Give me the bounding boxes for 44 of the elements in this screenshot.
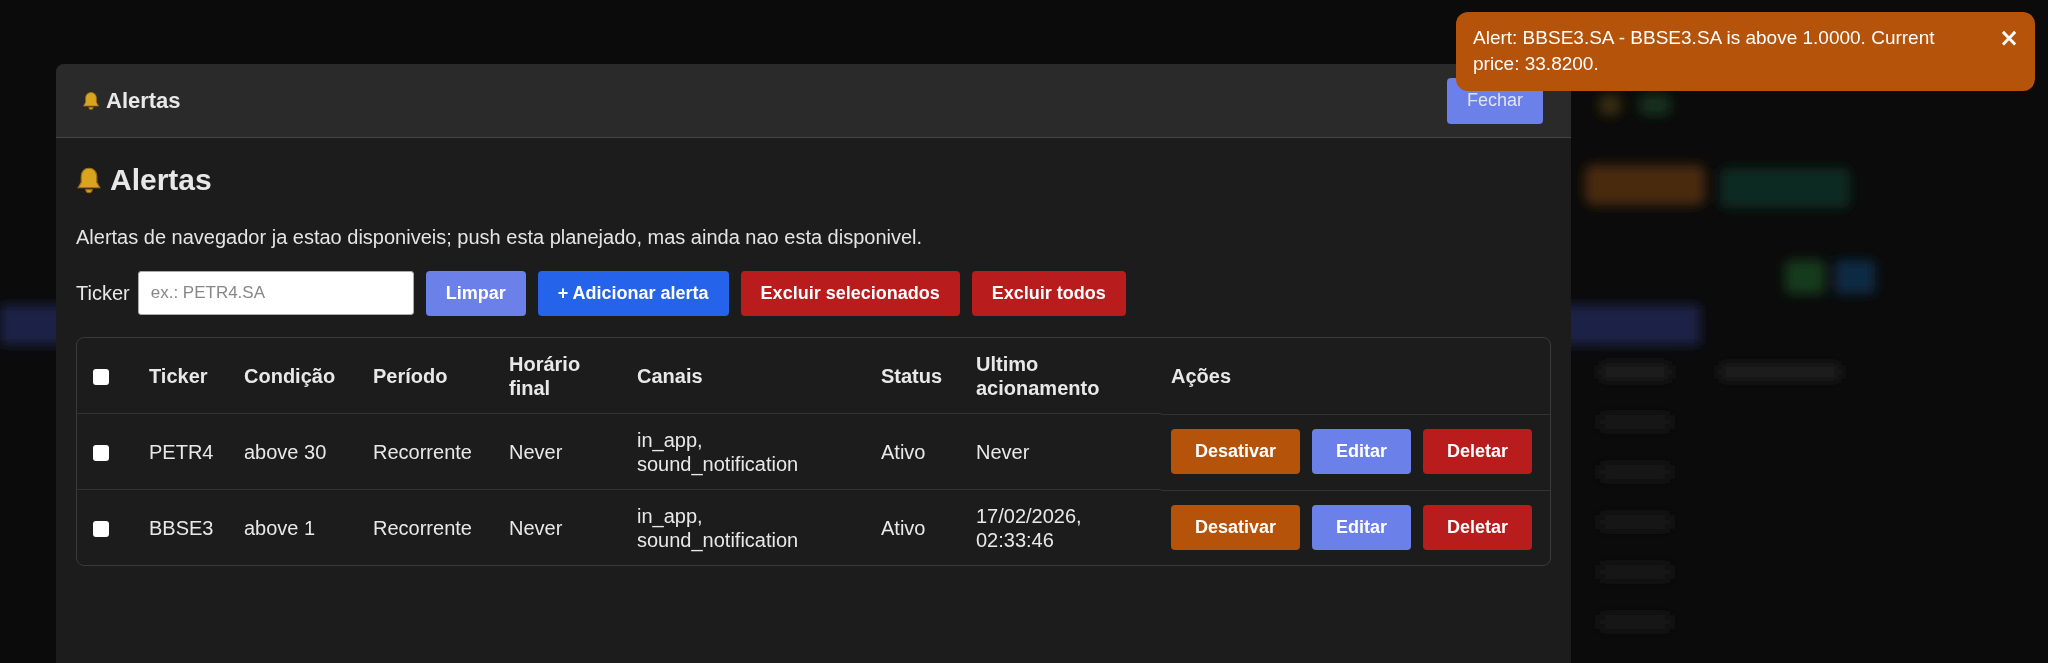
ticker-label: Ticker	[76, 281, 130, 305]
table-cell: above 30	[244, 440, 327, 463]
column-header: Ultimo acionamento	[976, 352, 1100, 399]
row-action-button[interactable]: Desativar	[1171, 505, 1301, 550]
row-action-button[interactable]: Deletar	[1423, 505, 1533, 550]
table-cell: in_app, sound_notification	[637, 504, 799, 551]
table-cell: Never	[509, 440, 563, 463]
table-cell: Recorrente	[373, 516, 472, 539]
row-action-button[interactable]: Editar	[1312, 429, 1412, 474]
column-header: Condição	[244, 364, 336, 387]
table-cell: in_app, sound_notification	[637, 428, 799, 475]
toolbar-button[interactable]: Limpar	[425, 270, 526, 316]
row-action-button[interactable]: Desativar	[1171, 429, 1301, 474]
toolbar-button[interactable]: Excluir selecionados	[740, 270, 960, 316]
table-cell: Ativo	[881, 440, 926, 463]
column-header: Status	[881, 364, 943, 387]
section-heading: Alertas	[110, 163, 212, 197]
table-cell: above 1	[244, 516, 316, 539]
row-checkbox[interactable]	[93, 521, 109, 538]
table-cell: Ativo	[881, 516, 926, 539]
close-button[interactable]: ×	[1998, 25, 2019, 51]
select-all-checkbox[interactable]	[93, 369, 109, 386]
row-action-button[interactable]: Deletar	[1423, 429, 1533, 474]
table-cell: Recorrente	[373, 440, 472, 463]
toast-message: Alert: BBSE3.SA - BBSE3.SA is above 1.0000. Current price: 33.8200.	[1473, 26, 1936, 76]
table-cell: PETR4	[149, 440, 214, 463]
table-cell: BBSE3	[149, 516, 214, 539]
column-header: Canais	[637, 364, 703, 387]
column-header: Ticker	[149, 364, 208, 387]
ticker-input-field[interactable]: ex.: PETR4.SA	[137, 271, 414, 315]
toolbar-button[interactable]: + Adicionar alerta	[537, 270, 729, 316]
table-cell: Never	[509, 516, 563, 539]
column-header: Horário final	[509, 352, 581, 399]
column-header: Ações	[1171, 364, 1232, 387]
row-action-button[interactable]: Editar	[1312, 505, 1412, 550]
row-checkbox[interactable]	[93, 445, 109, 462]
description-text: Alertas de navegador ja estao disponiveis; push esta planejado, mas ainda nao esta disponivel.	[76, 226, 924, 249]
dialog-title: Alertas	[106, 87, 181, 114]
bell-icon	[82, 90, 100, 111]
table-cell: 17/02/2026, 02:33:46	[976, 504, 1082, 551]
toolbar-button[interactable]: Excluir todos	[971, 270, 1126, 316]
bell-icon	[76, 165, 102, 195]
column-header: Período	[373, 364, 448, 387]
table-cell: Never	[976, 440, 1030, 463]
